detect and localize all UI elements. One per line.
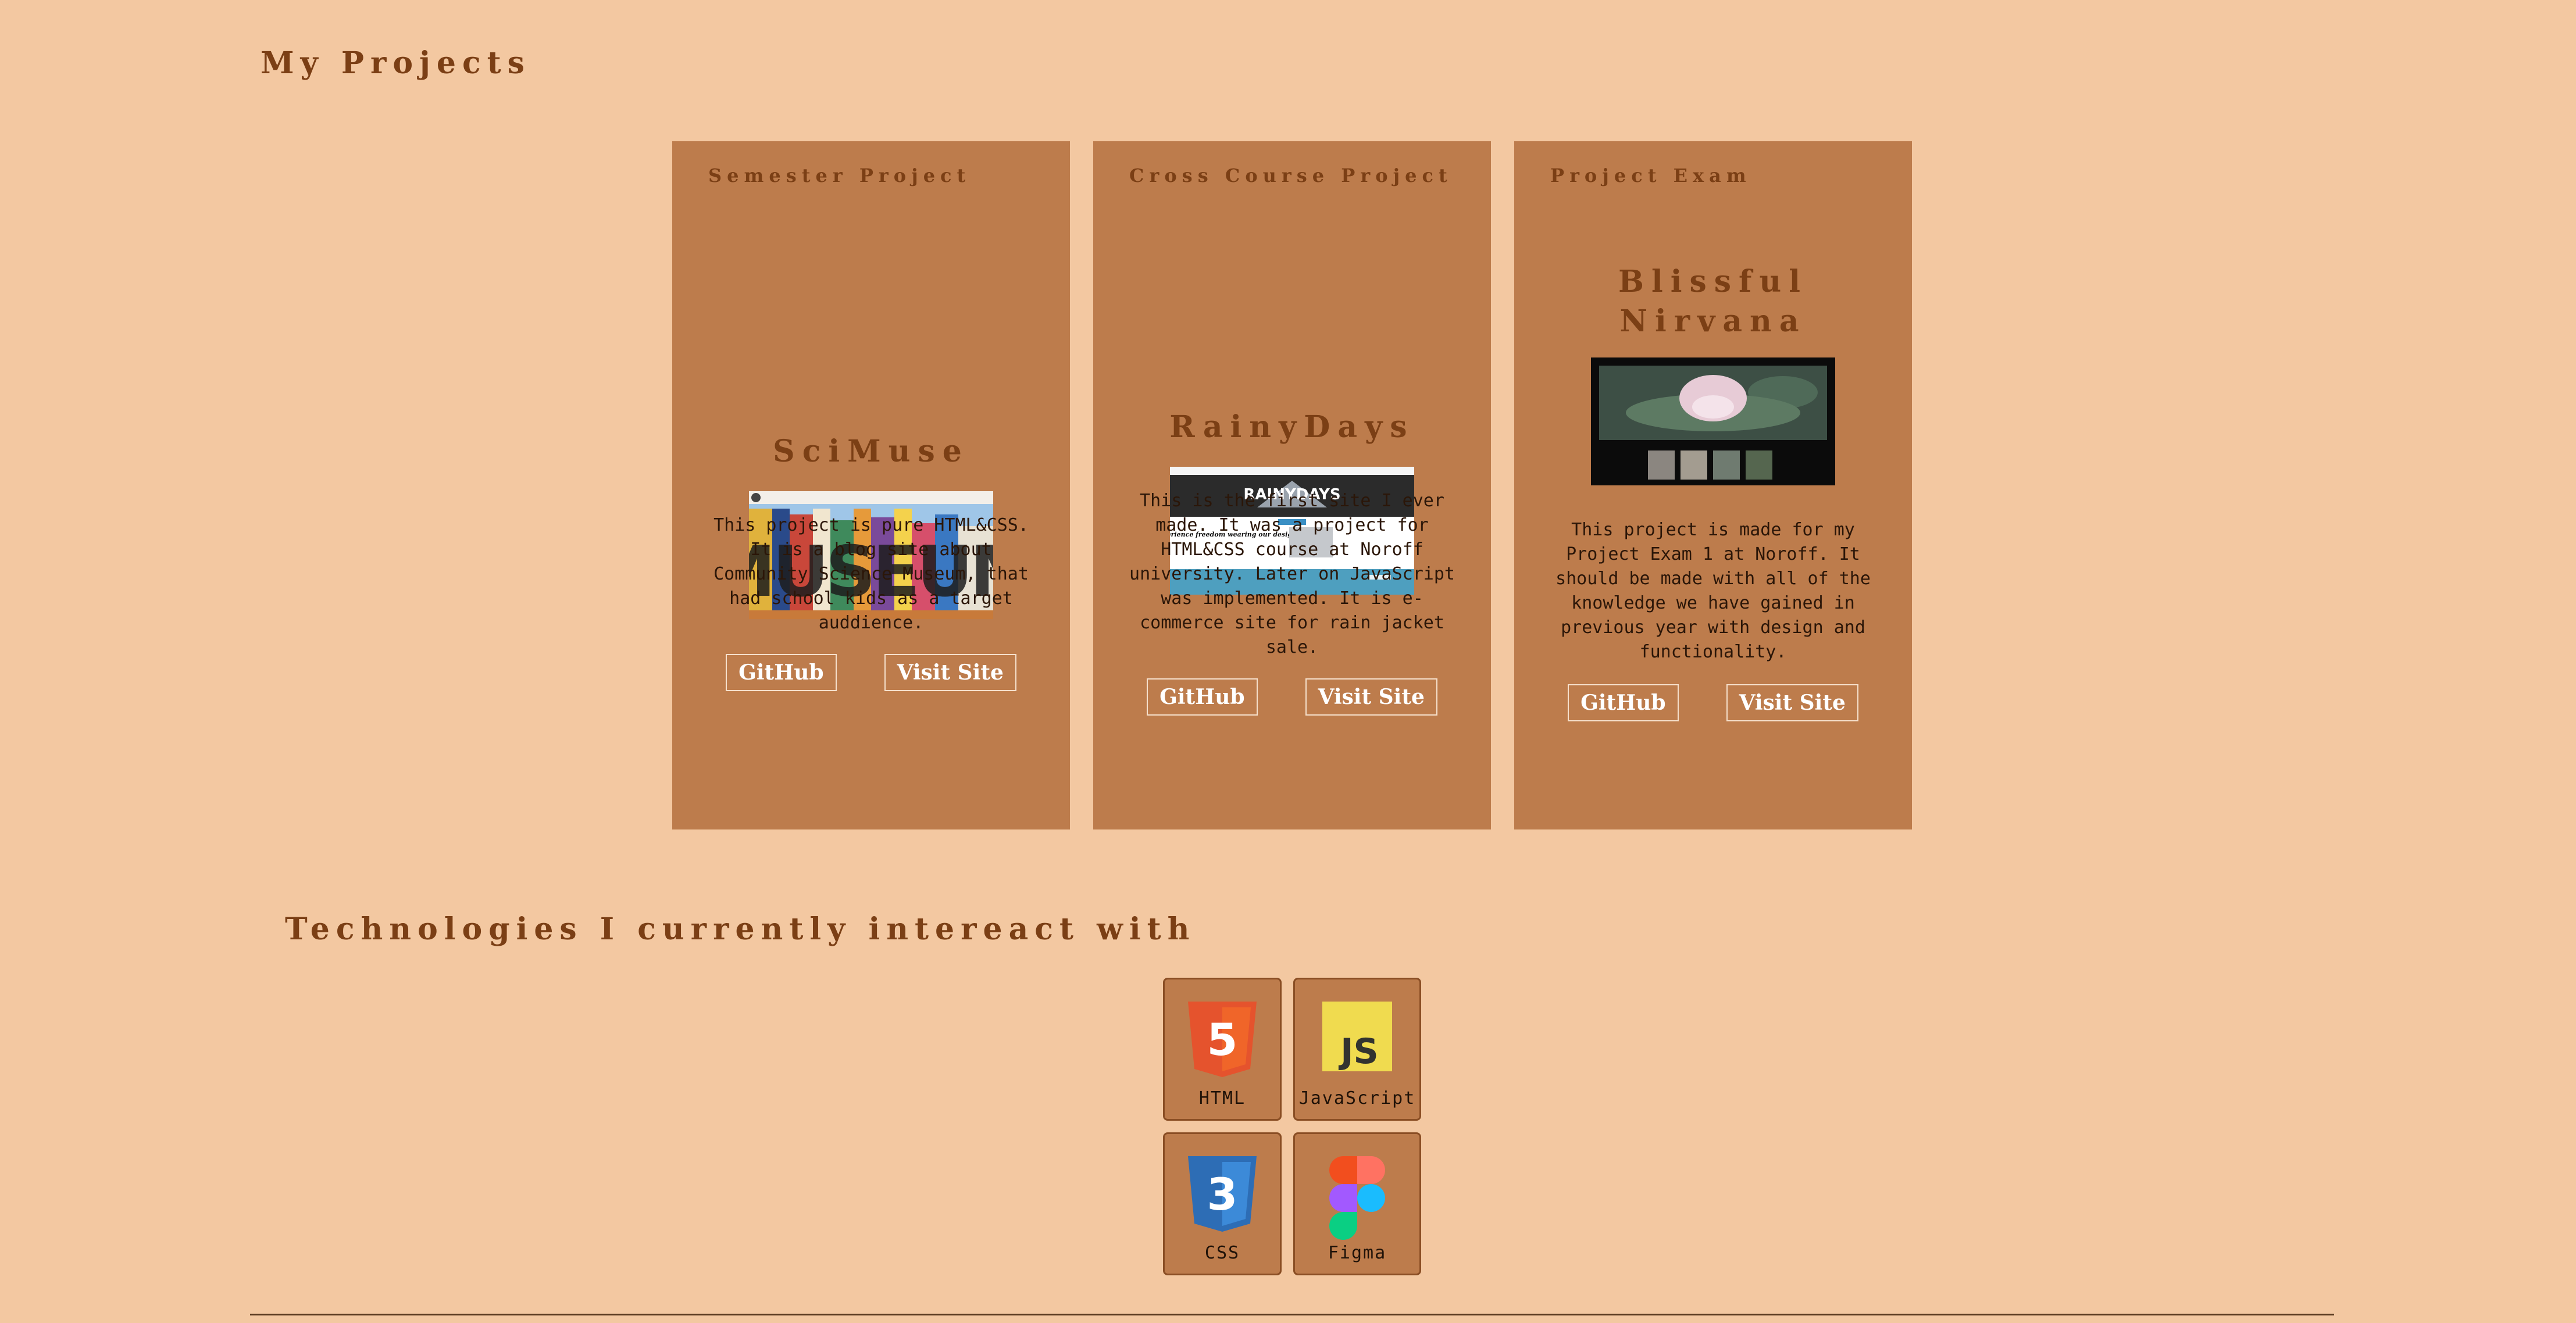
tech-name: HTML [1198,1088,1246,1109]
visit-site-button[interactable]: Visit Site [884,654,1016,691]
project-card-blissful-nirvana: Project Exam Blissful Nirvana This proje… [1514,141,1912,829]
project-name: Blissful Nirvana [1618,264,1808,339]
tech-tile-javascript: JS JavaScript [1293,978,1421,1121]
github-button[interactable]: GitHub [726,654,837,691]
project-actions: GitHub Visit Site [1093,678,1491,716]
css3-icon: 3 [1188,1156,1257,1234]
project-label: Semester Project [708,165,971,187]
project-name: SciMuse [773,434,969,469]
javascript-icon: JS [1322,1002,1392,1074]
footer-divider [250,1314,2334,1315]
project-screenshot [1591,357,1835,485]
tech-tile-css: 3 CSS [1163,1132,1282,1275]
project-actions: GitHub Visit Site [1514,684,1912,721]
svg-text:5: 5 [1207,1014,1238,1065]
project-description: This project is pure HTML&CSS. It is a b… [713,515,1029,633]
project-label: Project Exam [1550,165,1751,187]
html5-icon: 5 [1188,1002,1257,1079]
tech-name: CSS [1204,1243,1240,1263]
svg-text:JS: JS [1338,1031,1379,1071]
project-name: RainyDays [1169,409,1415,445]
visit-site-button[interactable]: Visit Site [1726,684,1858,721]
project-description: This is the first site I ever made. It w… [1129,491,1455,657]
github-button[interactable]: GitHub [1568,684,1679,721]
tech-name: JavaScript [1298,1088,1416,1109]
page-title: My Projects [261,45,531,81]
project-description: This project is made for my Project Exam… [1555,520,1871,662]
technologies-title: Technologies I currently intereact with [285,911,1196,947]
figma-icon [1329,1156,1385,1242]
project-card-scimuse: Semester Project SciMuse MUSEUM This pro… [672,141,1070,829]
project-card-rainydays: Cross Course Project RainyDays RAINYDAYS… [1093,141,1491,829]
project-label: Cross Course Project [1129,165,1453,187]
visit-site-button[interactable]: Visit Site [1305,678,1437,716]
svg-text:3: 3 [1207,1168,1238,1220]
github-button[interactable]: GitHub [1147,678,1258,716]
project-actions: GitHub Visit Site [672,654,1070,691]
tech-name: Figma [1328,1243,1387,1263]
tech-tile-figma: Figma [1293,1132,1421,1275]
tech-tile-html: 5 HTML [1163,978,1282,1121]
